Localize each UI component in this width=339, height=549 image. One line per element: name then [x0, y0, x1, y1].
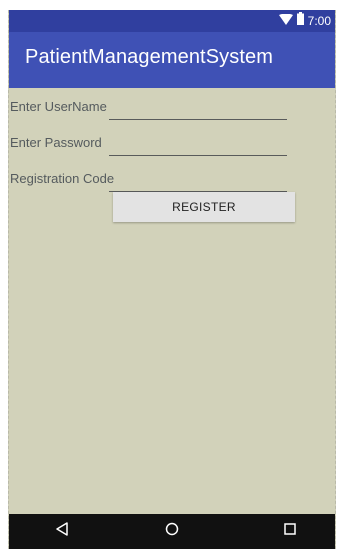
battery-icon: [296, 12, 304, 30]
username-row: Enter UserName: [9, 94, 335, 122]
registration-form: Enter UserName Enter Password Registrati…: [9, 88, 335, 514]
recents-button[interactable]: [270, 514, 310, 549]
app-bar: PatientManagementSystem: [9, 32, 335, 88]
registration-code-label: Registration Code: [10, 171, 115, 186]
password-label: Enter Password: [10, 135, 102, 150]
navigation-bar: [9, 514, 335, 549]
password-row: Enter Password: [9, 130, 335, 158]
home-button[interactable]: [152, 514, 192, 549]
registration-code-row: Registration Code: [9, 166, 335, 194]
username-field[interactable]: [109, 94, 287, 120]
password-field[interactable]: [109, 130, 287, 156]
phone-screen: 7:00 PatientManagementSystem Enter UserN…: [8, 10, 336, 549]
wifi-icon: [278, 12, 293, 30]
username-label: Enter UserName: [10, 99, 107, 114]
app-title: PatientManagementSystem: [25, 46, 273, 68]
registration-code-field[interactable]: [109, 166, 287, 192]
home-icon: [165, 522, 179, 541]
status-icons: 7:00: [278, 12, 331, 30]
status-bar: 7:00: [9, 10, 335, 32]
back-icon: [55, 522, 69, 541]
status-time: 7:00: [307, 14, 331, 28]
back-button[interactable]: [42, 514, 82, 549]
recents-icon: [283, 522, 297, 541]
register-button[interactable]: REGISTER: [113, 192, 295, 222]
